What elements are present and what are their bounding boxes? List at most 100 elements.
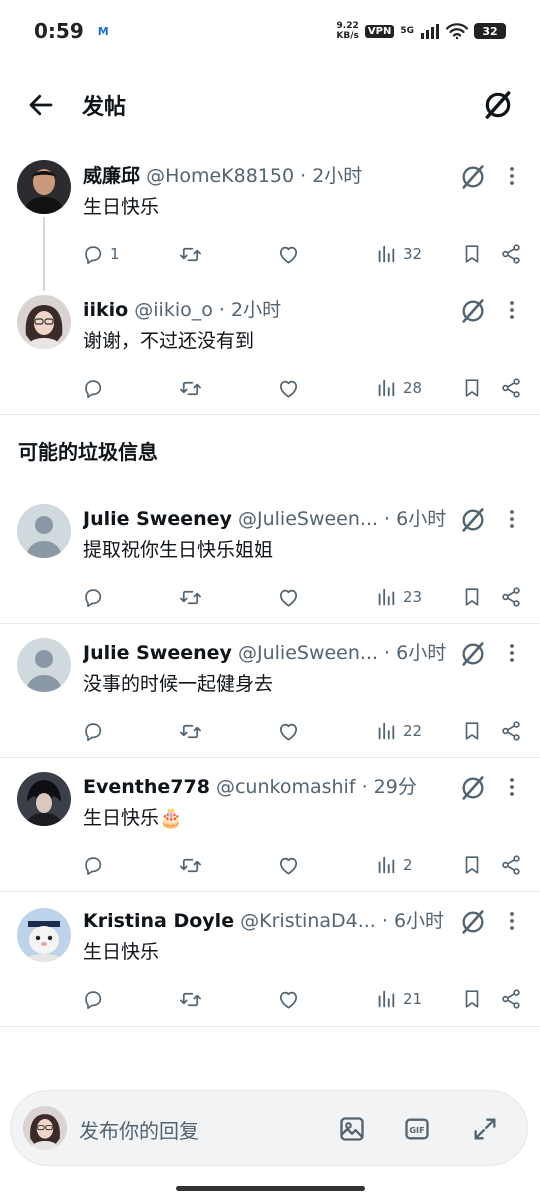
grok-icon[interactable] xyxy=(459,774,487,802)
grok-icon[interactable] xyxy=(459,297,487,325)
bookmark-button[interactable] xyxy=(461,239,483,269)
grok-icon[interactable] xyxy=(459,506,487,534)
author-name[interactable]: Julie Sweeney xyxy=(83,508,232,530)
view-count: 22 xyxy=(403,722,423,740)
header: 发帖 xyxy=(0,70,540,140)
reply-post[interactable]: Julie Sweeney @JulieSween... · 6小时 没事的时候… xyxy=(0,628,540,756)
views-button[interactable]: 22 xyxy=(375,716,422,746)
bookmark-button[interactable] xyxy=(461,850,483,880)
views-icon xyxy=(375,720,397,742)
views-button[interactable]: 32 xyxy=(375,239,422,269)
share-button[interactable] xyxy=(500,239,522,269)
more-options-icon[interactable] xyxy=(502,298,522,322)
author-name[interactable]: Kristina Doyle xyxy=(83,910,234,932)
views-icon xyxy=(375,988,397,1010)
share-button[interactable] xyxy=(500,984,522,1014)
repost-button[interactable] xyxy=(179,239,202,269)
heart-icon xyxy=(277,586,300,609)
repost-icon xyxy=(179,377,202,400)
bookmark-button[interactable] xyxy=(461,716,483,746)
bookmark-icon xyxy=(461,988,483,1010)
reply-composer[interactable]: 发布你的回复 GIF xyxy=(10,1090,528,1166)
like-button[interactable] xyxy=(277,984,300,1014)
views-button[interactable]: 23 xyxy=(375,582,422,612)
reply-post[interactable]: Julie Sweeney @JulieSween... · 6小时 提取祝你生… xyxy=(0,494,540,622)
reply-icon xyxy=(82,243,104,265)
author-name[interactable]: iikio xyxy=(83,299,128,321)
share-icon xyxy=(500,854,522,876)
grok-icon[interactable] xyxy=(459,640,487,668)
home-indicator[interactable] xyxy=(176,1186,365,1191)
reply-button[interactable] xyxy=(82,373,104,403)
heart-icon xyxy=(277,988,300,1011)
repost-button[interactable] xyxy=(179,716,202,746)
more-options-icon[interactable] xyxy=(502,909,522,933)
more-options-icon[interactable] xyxy=(502,507,522,531)
bookmark-button[interactable] xyxy=(461,984,483,1014)
expand-icon[interactable] xyxy=(471,1115,499,1143)
avatar[interactable] xyxy=(17,772,71,826)
heart-icon xyxy=(277,243,300,266)
heart-icon xyxy=(277,377,300,400)
post-actions: 2 xyxy=(0,850,540,880)
share-button[interactable] xyxy=(500,716,522,746)
views-button[interactable]: 21 xyxy=(375,984,422,1014)
author-name[interactable]: Eventhe778 xyxy=(83,776,210,798)
share-button[interactable] xyxy=(500,373,522,403)
author-name[interactable]: Julie Sweeney xyxy=(83,642,232,664)
post-header: Julie Sweeney @JulieSween... · 6小时 xyxy=(83,506,450,532)
bookmark-button[interactable] xyxy=(461,373,483,403)
like-button[interactable] xyxy=(277,373,300,403)
author-handle: @iikio_o · 2小时 xyxy=(134,299,282,321)
back-arrow-icon[interactable] xyxy=(26,90,56,120)
share-button[interactable] xyxy=(500,850,522,880)
gif-icon[interactable]: GIF xyxy=(403,1115,431,1143)
post-header: iikio @iikio_o · 2小时 xyxy=(83,297,450,323)
avatar[interactable] xyxy=(17,295,71,349)
share-button[interactable] xyxy=(500,582,522,612)
avatar[interactable] xyxy=(17,504,71,558)
grok-icon[interactable] xyxy=(482,89,514,121)
like-button[interactable] xyxy=(277,239,300,269)
author-handle: @KristinaD4... · 6小时 xyxy=(240,910,445,932)
avatar[interactable] xyxy=(17,160,71,214)
reply-button[interactable] xyxy=(82,716,104,746)
reply-post[interactable]: Eventhe778 @cunkomashif · 29分 生日快乐🎂 2 xyxy=(0,762,540,890)
reply-post[interactable]: Kristina Doyle @KristinaD4... · 6小时 生日快乐… xyxy=(0,896,540,1024)
like-button[interactable] xyxy=(277,716,300,746)
post-actions: 22 xyxy=(0,716,540,746)
image-icon[interactable] xyxy=(338,1115,366,1143)
divider xyxy=(0,623,540,624)
more-options-icon[interactable] xyxy=(502,164,522,188)
like-button[interactable] xyxy=(277,850,300,880)
repost-button[interactable] xyxy=(179,984,202,1014)
bookmark-button[interactable] xyxy=(461,582,483,612)
like-button[interactable] xyxy=(277,582,300,612)
reply-button[interactable] xyxy=(82,850,104,880)
thread-post[interactable]: 威廉邱 @HomeK88150 · 2小时 生日快乐 1 32 xyxy=(0,150,540,278)
reply-button[interactable] xyxy=(82,984,104,1014)
avatar[interactable] xyxy=(17,638,71,692)
signal-icon xyxy=(421,24,439,39)
repost-button[interactable] xyxy=(179,373,202,403)
grok-icon[interactable] xyxy=(459,908,487,936)
views-icon xyxy=(375,243,397,265)
views-button[interactable]: 28 xyxy=(375,373,422,403)
more-options-icon[interactable] xyxy=(502,641,522,665)
view-count: 2 xyxy=(403,856,413,874)
author-handle: @HomeK88150 · 2小时 xyxy=(146,165,363,187)
thread-post[interactable]: iikio @iikio_o · 2小时 谢谢，不过还没有到 28 xyxy=(0,285,540,413)
author-name[interactable]: 威廉邱 xyxy=(83,165,140,187)
reply-input[interactable]: 发布你的回复 xyxy=(79,1115,199,1144)
share-icon xyxy=(500,586,522,608)
repost-button[interactable] xyxy=(179,850,202,880)
views-button[interactable]: 2 xyxy=(375,850,413,880)
post-actions: 1 32 xyxy=(0,239,540,269)
repost-button[interactable] xyxy=(179,582,202,612)
reply-button[interactable]: 1 xyxy=(82,239,120,269)
more-options-icon[interactable] xyxy=(502,775,522,799)
views-icon xyxy=(375,586,397,608)
grok-icon[interactable] xyxy=(459,163,487,191)
avatar[interactable] xyxy=(17,908,71,962)
reply-button[interactable] xyxy=(82,582,104,612)
